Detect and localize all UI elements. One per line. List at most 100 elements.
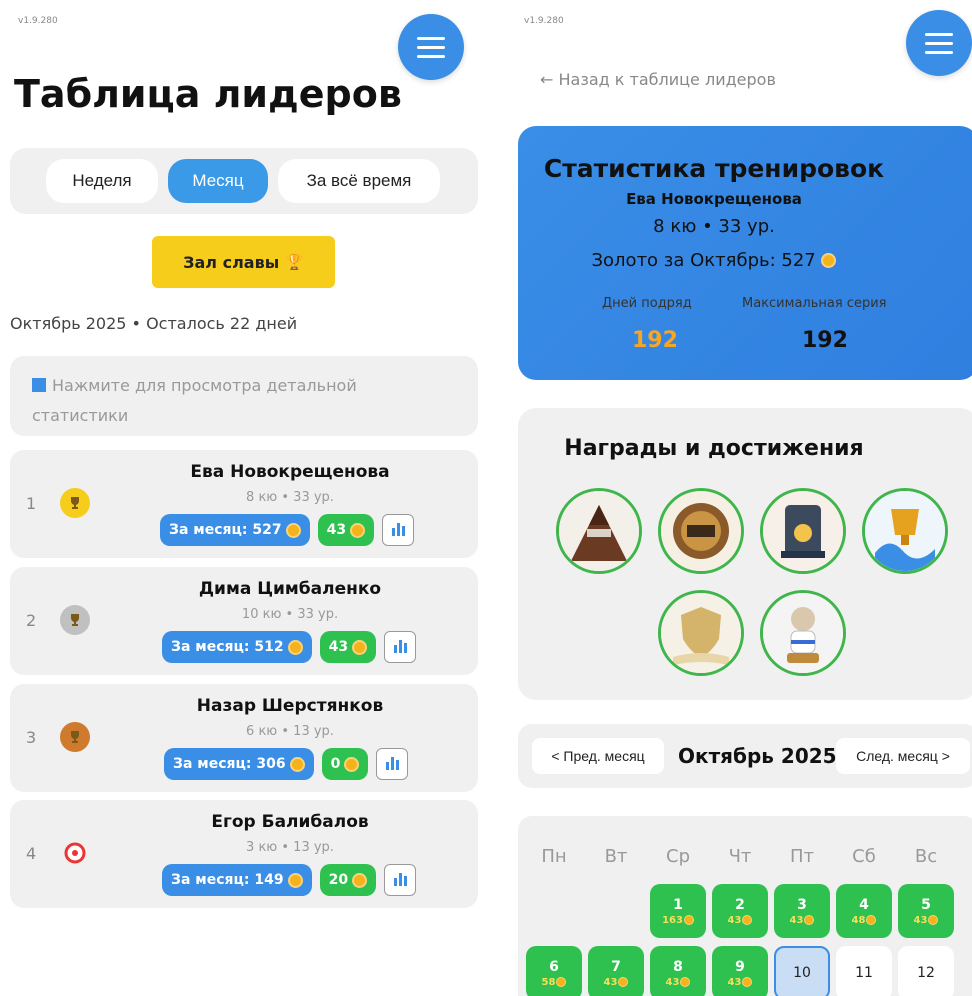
stats-title: Статистика тренировок: [543, 154, 885, 183]
bar-chart-icon: [385, 762, 389, 770]
max-streak-label: Максимальная серия: [742, 296, 887, 311]
leaderboard-row[interactable]: 2 Дима Цимбаленко 10 кю • 33 ур. За меся…: [10, 567, 478, 675]
day-number: 11: [855, 965, 873, 981]
player-badges: За месяц: 149 20: [162, 864, 417, 896]
player-stats-button[interactable]: [382, 514, 415, 546]
day-coins-text: 43: [727, 914, 742, 926]
calendar-day[interactable]: 9 43: [712, 946, 768, 996]
coin-icon: [618, 977, 629, 987]
gold-month-text: Золото за Октябрь: 527: [591, 250, 816, 271]
month-points-badge: За месяц: 527: [160, 514, 310, 546]
gold-month: Золото за Октябрь: 527: [518, 250, 910, 271]
player-badges: За месяц: 306 0: [164, 748, 409, 780]
achievements-card: Награды и достижения: [518, 408, 972, 700]
leaderboard-row[interactable]: 4 Егор Балибалов 3 кю • 13 ур. За месяц:…: [10, 800, 478, 908]
player-level: 6 кю • 13 ур.: [246, 724, 334, 739]
max-streak-value: 192: [802, 328, 848, 353]
tab-month[interactable]: Месяц: [168, 159, 268, 203]
menu-icon: [417, 36, 445, 40]
day-coins-text: 48: [851, 914, 866, 926]
coin-icon: [683, 915, 694, 925]
weekday-header: Чт: [728, 846, 752, 867]
day-coins: 43: [914, 915, 939, 926]
karate-cat-badge-icon[interactable]: [760, 590, 846, 676]
stats-hint[interactable]: Нажмите для просмотра детальной статисти…: [10, 356, 478, 436]
dragon-shield-badge-icon[interactable]: [658, 590, 744, 676]
player-level: 3 кю • 13 ур.: [246, 840, 334, 855]
bar-chart-icon: [391, 528, 395, 536]
tab-week[interactable]: Неделя: [46, 159, 158, 203]
player-stats-button[interactable]: [384, 864, 417, 896]
day-number: 7: [611, 958, 621, 975]
mountain-badge-icon[interactable]: [556, 488, 642, 574]
calendar-day[interactable]: 8 43: [650, 946, 706, 996]
coin-icon: [344, 756, 360, 772]
day-coins: 43: [666, 977, 691, 988]
calendar-day[interactable]: 2 43: [712, 884, 768, 938]
menu-button[interactable]: [398, 14, 464, 80]
day-number: 9: [735, 958, 745, 975]
period-tabs: Неделя Месяц За всё время: [10, 148, 478, 214]
calendar-day[interactable]: 10: [774, 946, 830, 996]
leaderboard-row[interactable]: 3 Назар Шерстянков 6 кю • 13 ур. За меся…: [10, 684, 478, 792]
hall-of-fame-button[interactable]: Зал славы 🏆: [152, 236, 335, 288]
month-points-text: За месяц: 306: [173, 756, 286, 772]
coins-badge: 43: [317, 514, 375, 546]
player-name: Егор Балибалов: [211, 812, 369, 832]
calendar-day[interactable]: 1 163: [650, 884, 706, 938]
coin-icon: [556, 977, 567, 987]
calendar-day[interactable]: 4 48: [836, 884, 892, 938]
player-name: Ева Новокрещенова: [626, 190, 802, 208]
bar-chart-icon: [393, 878, 397, 886]
coins-text: 0: [330, 756, 341, 772]
weekday-header: Пт: [789, 846, 815, 867]
day-coins-text: 43: [913, 914, 928, 926]
player-level: 10 кю • 33 ур.: [241, 607, 339, 622]
day-number: 6: [549, 958, 559, 975]
calendar-day[interactable]: 3 43: [774, 884, 830, 938]
page-title: Таблица лидеров: [14, 72, 402, 116]
coin-icon: [350, 522, 366, 538]
back-to-leaderboard-link[interactable]: ← Назад к таблице лидеров: [540, 70, 776, 89]
rank-number: 4: [26, 844, 37, 863]
card-10000-badge-icon[interactable]: [760, 488, 846, 574]
next-month-button[interactable]: След. месяц >: [836, 738, 970, 774]
tab-all-time[interactable]: За всё время: [278, 159, 440, 203]
calendar-day[interactable]: 6 58: [526, 946, 582, 996]
leaderboard-row[interactable]: 1 Ева Новокрещенова 8 кю • 33 ур. За мес…: [10, 450, 478, 558]
streak-value: 192: [632, 328, 678, 353]
coin-icon: [289, 756, 305, 772]
calendar-day[interactable]: 5 43: [898, 884, 954, 938]
player-stats-button[interactable]: [384, 631, 417, 663]
streak-label: Дней подряд: [602, 296, 692, 311]
weekday-header: Сб: [852, 846, 876, 867]
month-points-badge: За месяц: 306: [164, 748, 314, 780]
medal-100-badge-icon[interactable]: [658, 488, 744, 574]
prev-month-button[interactable]: < Пред. месяц: [532, 738, 664, 774]
coins-text: 20: [328, 872, 349, 888]
coin-icon: [352, 872, 368, 888]
calendar-day[interactable]: 12: [898, 946, 954, 996]
player-stats-button[interactable]: [376, 748, 409, 780]
month-points-badge: За месяц: 149: [162, 864, 312, 896]
day-number: 5: [921, 896, 931, 913]
player-badges: За месяц: 527 43: [160, 514, 415, 546]
calendar-day[interactable]: 7 43: [588, 946, 644, 996]
day-number: 12: [917, 965, 935, 981]
month-navigation: < Пред. месяц Октябрь 2025 След. месяц >: [518, 724, 972, 788]
day-coins-text: 58: [541, 976, 556, 988]
menu-button[interactable]: [906, 10, 972, 76]
weekday-header: Ср: [666, 846, 690, 867]
day-coins: 48: [852, 915, 877, 926]
trophy-icon: [60, 605, 90, 635]
menu-icon: [925, 32, 953, 36]
bar-chart-icon: [32, 378, 46, 392]
coins-badge: 43: [319, 631, 377, 663]
cup-wave-badge-icon[interactable]: [862, 488, 948, 574]
coins-text: 43: [328, 639, 349, 655]
version-label: v1.9.280: [524, 16, 564, 26]
calendar-day[interactable]: 11: [836, 946, 892, 996]
coin-icon: [680, 977, 691, 987]
player-name: Дима Цимбаленко: [198, 579, 382, 599]
coin-icon: [866, 915, 877, 925]
